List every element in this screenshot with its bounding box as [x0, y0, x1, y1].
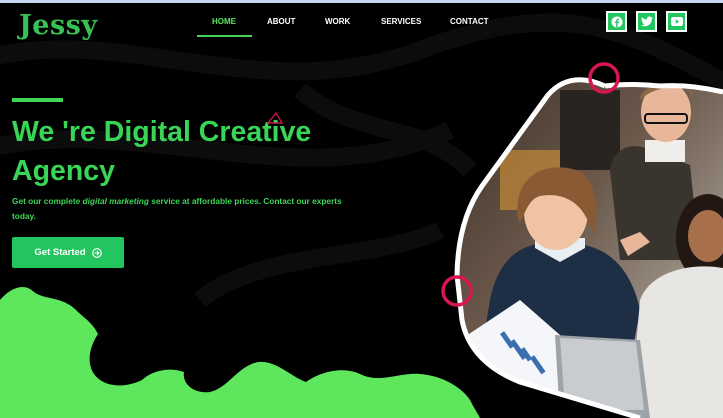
team-photo	[441, 62, 723, 418]
